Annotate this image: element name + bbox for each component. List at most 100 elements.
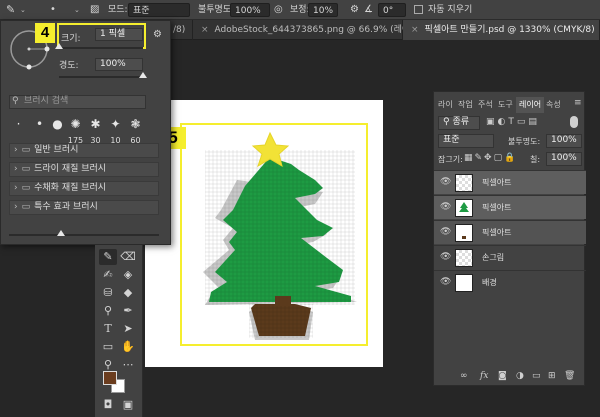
eye-icon[interactable]: 👁 xyxy=(440,227,451,237)
pen-tool-icon[interactable]: ✒ xyxy=(119,303,137,319)
close-icon[interactable]: × xyxy=(201,25,209,35)
opacity-field[interactable]: 100% xyxy=(230,3,270,17)
brush-settings-icon[interactable]: ▨ xyxy=(90,3,99,17)
close-icon[interactable]: × xyxy=(411,25,419,35)
folder-watercolor-brushes[interactable]: › ▭ 수채화 재질 브러시 xyxy=(9,181,159,196)
tab-document-3[interactable]: × 픽셀아트 만들기.psd @ 1330% (CMYK/8) xyxy=(403,20,600,40)
brush-tip-icon: · xyxy=(16,117,21,131)
highlight-box-canvas xyxy=(180,123,368,346)
brush-preset-panel: 4 크기: 1 픽셀 ⚙ 경도: 100% ⚲ 브러시 검색 · • ● ✺ 17… xyxy=(0,20,171,245)
size-slider-knob[interactable] xyxy=(55,43,63,49)
brush-tool-icon[interactable]: ✎ xyxy=(6,3,15,17)
paint-bucket-tool-icon[interactable]: ⛁ xyxy=(99,285,117,301)
filter-toggle[interactable] xyxy=(570,116,578,128)
folder-label: 수채화 재질 브러시 xyxy=(34,183,107,193)
chevron-right-icon: › xyxy=(14,183,18,193)
tab-document-2[interactable]: × AdobeStock_644373865.png @ 66.9% (레이어 1… xyxy=(193,20,462,40)
chevron-down-icon[interactable]: ⌄ xyxy=(74,3,80,17)
blur-tool-icon[interactable]: ◆ xyxy=(119,285,137,301)
panel-menu-icon[interactable]: ≡ xyxy=(574,98,582,108)
filter-icons[interactable]: ▣◐T▭▤ xyxy=(486,117,540,127)
rectangle-tool-icon[interactable]: ▭ xyxy=(99,339,117,355)
folder-special-effect-brushes[interactable]: › ▭ 특수 효과 브러시 xyxy=(9,200,159,215)
quick-mask-icon[interactable]: ◘ xyxy=(99,397,117,413)
layer-thumbnail xyxy=(455,199,473,217)
tab-layers[interactable]: 레이어 xyxy=(516,97,545,113)
gear-icon[interactable]: ⚙ xyxy=(350,3,359,17)
size-label: 크기: xyxy=(61,34,81,44)
fx-icon[interactable]: fx xyxy=(480,371,488,381)
chevron-down-icon[interactable]: ⌄ xyxy=(20,3,26,17)
layer-name: 손그림 xyxy=(482,253,505,262)
angle-icon[interactable]: ∡ xyxy=(364,3,373,17)
mask-icon[interactable]: ◙ xyxy=(498,371,507,381)
layer-name: 배경 xyxy=(482,278,497,287)
preview-size-slider-track[interactable] xyxy=(9,234,159,236)
more-tools-icon[interactable]: ⋯ xyxy=(119,357,137,373)
tab-notes[interactable]: 주석 xyxy=(478,97,493,113)
tab-actions[interactable]: 작업 xyxy=(458,97,473,113)
link-icon[interactable]: ∞ xyxy=(460,371,468,381)
layer-row[interactable]: 👁 손그림 xyxy=(434,245,586,269)
eye-icon[interactable]: 👁 xyxy=(440,252,451,262)
tab-libraries[interactable]: 라이 xyxy=(438,97,453,113)
brush-preset-icon[interactable]: • xyxy=(50,3,56,17)
layer-opacity-value: 100% xyxy=(551,135,577,145)
mode-select[interactable]: 표준 xyxy=(128,3,190,17)
hardness-slider-track[interactable] xyxy=(59,76,143,78)
eye-icon[interactable]: 👁 xyxy=(440,177,451,187)
folder-icon: ▭ xyxy=(21,202,31,212)
fill-value: 100% xyxy=(551,153,577,163)
smoothing-field[interactable]: 10% xyxy=(308,3,338,17)
tab-tools[interactable]: 도구 xyxy=(498,97,513,113)
folder-general-brushes[interactable]: › ▭ 일반 브러시 xyxy=(9,143,159,158)
layer-filter-select[interactable]: ⚲ 종류 xyxy=(438,116,480,130)
eye-icon[interactable]: 👁 xyxy=(440,277,451,287)
hand-tool-icon[interactable]: ✋ xyxy=(119,339,137,355)
screen-mode-icon[interactable]: ▣ xyxy=(119,397,137,413)
history-brush-tool-icon[interactable]: ✍ xyxy=(99,267,117,283)
angle-field[interactable]: 0° xyxy=(378,3,406,17)
brush-search-input[interactable]: ⚲ 브러시 검색 xyxy=(9,95,146,109)
path-selection-tool-icon[interactable]: ➤ xyxy=(119,321,137,337)
layer-row[interactable]: 👁 배경 xyxy=(434,270,586,294)
preview-size-slider-knob[interactable] xyxy=(57,230,65,236)
type-tool-icon[interactable]: T xyxy=(99,321,117,337)
blend-value: 표준 xyxy=(443,135,460,145)
layer-row[interactable]: 👁 픽셀아트 xyxy=(434,195,586,219)
search-placeholder: 브러시 검색 xyxy=(24,96,69,106)
pressure-opacity-icon[interactable]: ◎ xyxy=(274,3,283,17)
blend-mode-select[interactable]: 표준 xyxy=(438,134,494,148)
auto-erase-checkbox[interactable] xyxy=(414,5,423,14)
size-input[interactable]: 1 픽셀 xyxy=(95,28,143,41)
eraser-alt-tool-icon[interactable]: ◈ xyxy=(119,267,137,283)
foreground-color-swatch[interactable] xyxy=(103,371,117,385)
folder-dry-media-brushes[interactable]: › ▭ 드라이 재질 브러시 xyxy=(9,162,159,177)
layer-row[interactable]: 👁 픽셀아트 xyxy=(434,170,586,194)
dodge-tool-icon[interactable]: ⚲ xyxy=(99,303,117,319)
size-slider-track[interactable] xyxy=(59,47,143,49)
gear-icon[interactable]: ⚙ xyxy=(153,29,162,40)
fill-field[interactable]: 100% xyxy=(546,152,582,166)
layer-opacity-field[interactable]: 100% xyxy=(546,134,582,148)
eye-icon[interactable]: 👁 xyxy=(440,202,451,212)
layers-panel: 라이 작업 주석 도구 레이어 속성 ≡ ⚲ 종류 ▣◐T▭▤ 표준 불투명도:… xyxy=(433,91,586,386)
tab-document-1[interactable]: /8) xyxy=(171,20,193,40)
brush-tool-icon[interactable]: ✎ xyxy=(99,249,117,265)
chevron-right-icon: › xyxy=(14,164,18,174)
lock-label: 잠그기: xyxy=(438,155,463,164)
layer-row[interactable]: 👁 픽셀아트 xyxy=(434,220,586,244)
eraser-tool-icon[interactable]: ⌫ xyxy=(119,249,137,265)
folder-icon[interactable]: ▭ xyxy=(532,371,541,381)
fill-label: 칠: xyxy=(530,155,541,164)
tab-properties[interactable]: 속성 xyxy=(546,97,561,113)
trash-icon[interactable]: 🗑 xyxy=(564,371,575,381)
lock-icons[interactable]: ▦✎✥▢🔒 xyxy=(464,153,517,163)
layer-name: 픽셀아트 xyxy=(482,203,512,212)
adjustment-icon[interactable]: ◑ xyxy=(516,371,524,381)
hardness-input[interactable]: 100% xyxy=(95,58,143,71)
options-bar: ✎ ⌄ • ⌄ ▨ 모드: 표준 불투명도: 100% ◎ 보정: 10% ⚙ … xyxy=(0,0,600,20)
hardness-slider-knob[interactable] xyxy=(139,72,147,78)
brush-tip-icon: ✱ xyxy=(90,117,101,131)
new-layer-icon[interactable]: ⊞ xyxy=(548,371,556,381)
